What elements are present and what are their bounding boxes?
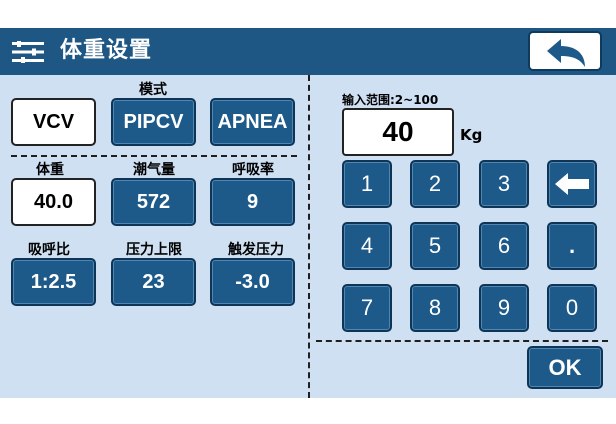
unit-label: Kg [460, 126, 483, 144]
key-2[interactable]: 2 [410, 160, 460, 208]
title-bar: 体重设置 [0, 28, 616, 75]
backspace-button[interactable] [547, 160, 597, 208]
weight-label: 体重 [36, 162, 64, 178]
settings-sliders-icon[interactable] [12, 40, 44, 64]
mode-apnea-button[interactable]: APNEA [210, 98, 295, 146]
key-8[interactable]: 8 [410, 284, 460, 332]
backspace-arrow-icon [555, 173, 589, 195]
mode-vcv-button[interactable]: VCV [11, 98, 96, 146]
left-divider [11, 155, 297, 157]
ie-ratio-label: 吸呼比 [28, 242, 70, 258]
key-7[interactable]: 7 [342, 284, 392, 332]
key-3[interactable]: 3 [479, 160, 529, 208]
key-1[interactable]: 1 [342, 160, 392, 208]
ie-ratio-button[interactable]: 1:2.5 [11, 258, 96, 306]
ventilator-screen: 体重设置 模式 VCV PIPCV APNEA 体重 潮气量 呼吸率 40.0 … [0, 28, 616, 398]
key-4[interactable]: 4 [342, 222, 392, 270]
respiratory-rate-label: 呼吸率 [232, 162, 274, 178]
tidal-volume-label: 潮气量 [133, 162, 175, 178]
mode-label: 模式 [139, 82, 167, 98]
input-range-label: 输入范围:2~100 [342, 93, 439, 107]
page-title: 体重设置 [60, 38, 153, 63]
mode-pipcv-button[interactable]: PIPCV [111, 98, 196, 146]
value-display: 40 [342, 108, 454, 156]
ok-button[interactable]: OK [527, 346, 603, 389]
pressure-limit-button[interactable]: 23 [111, 258, 196, 306]
key-decimal[interactable]: . [547, 222, 597, 270]
respiratory-rate-button[interactable]: 9 [210, 178, 295, 226]
key-9[interactable]: 9 [479, 284, 529, 332]
tidal-volume-button[interactable]: 572 [111, 178, 196, 226]
pressure-limit-label: 压力上限 [126, 242, 182, 258]
back-arrow-icon [547, 39, 585, 67]
trigger-pressure-label: 触发压力 [228, 242, 284, 258]
key-5[interactable]: 5 [410, 222, 460, 270]
back-button[interactable] [528, 31, 602, 71]
weight-value-button[interactable]: 40.0 [11, 178, 96, 226]
key-0[interactable]: 0 [547, 284, 597, 332]
center-divider [308, 75, 310, 398]
keypad-divider [316, 340, 608, 342]
trigger-pressure-button[interactable]: -3.0 [210, 258, 295, 306]
key-6[interactable]: 6 [479, 222, 529, 270]
